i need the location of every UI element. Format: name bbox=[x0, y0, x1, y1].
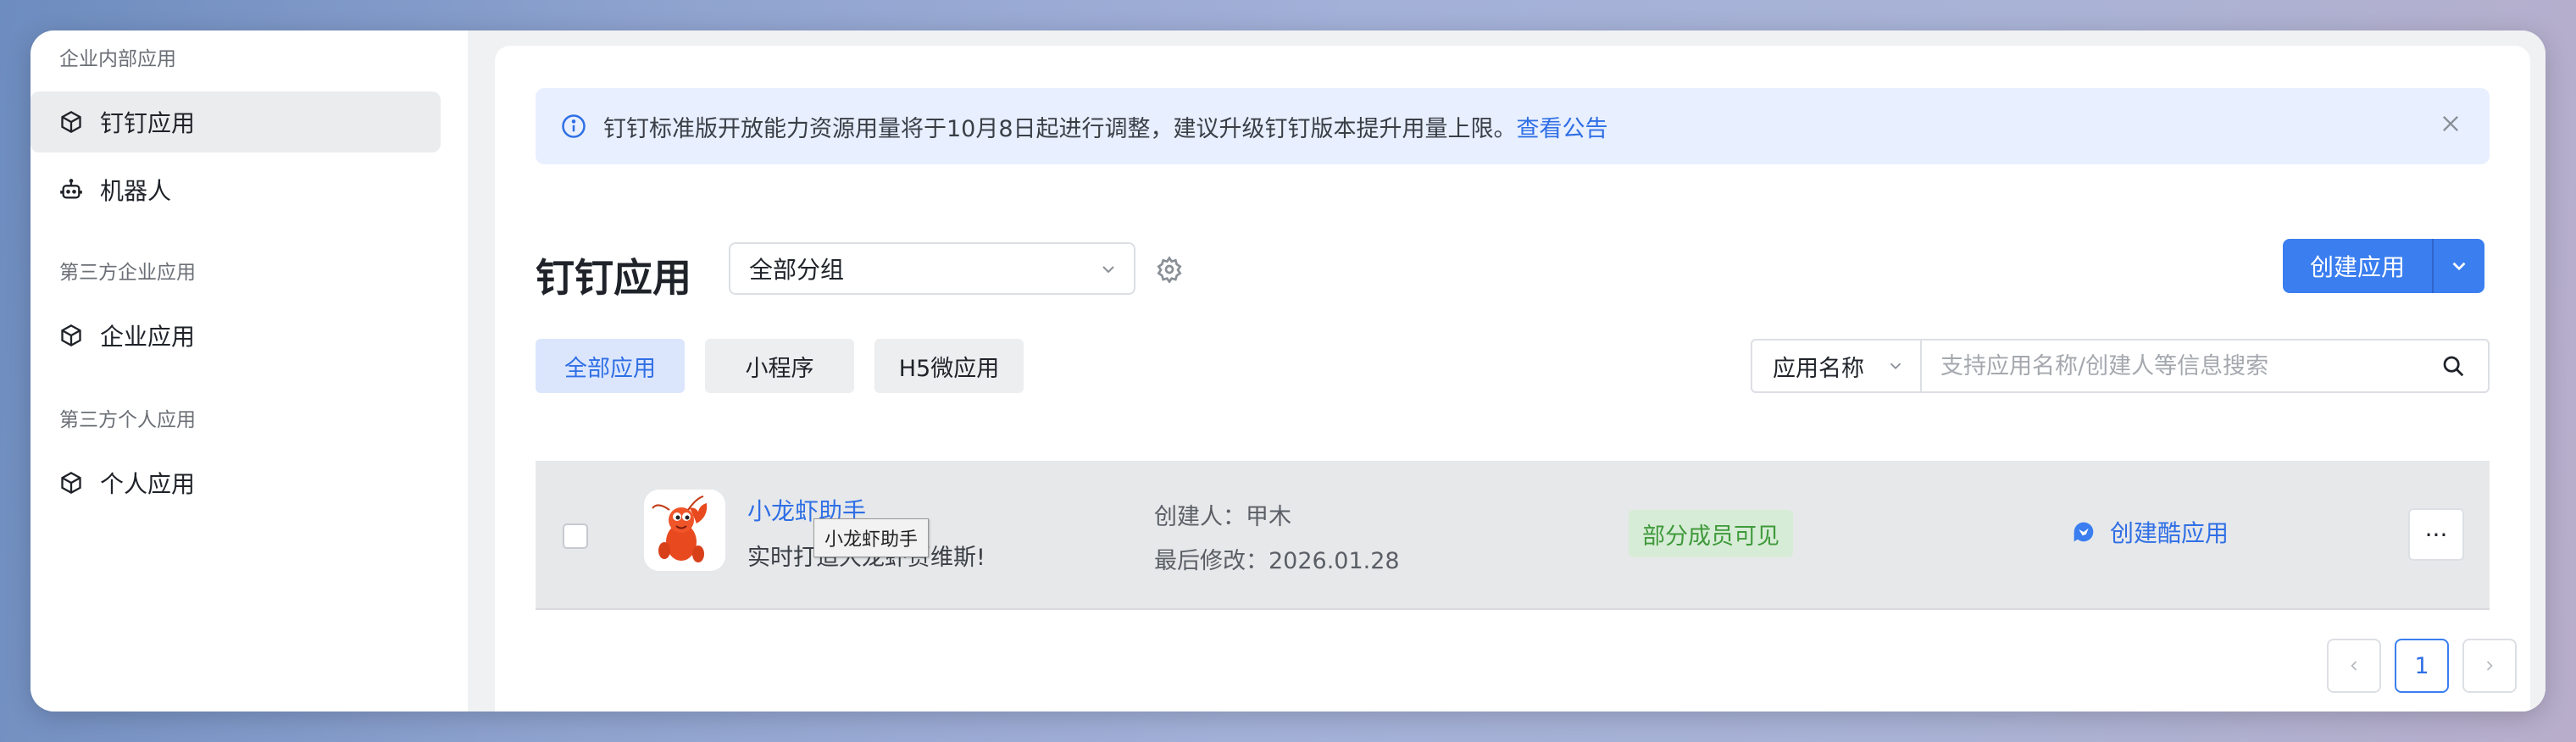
gear-icon[interactable] bbox=[1156, 256, 1183, 283]
page-title: 钉钉应用 bbox=[536, 255, 691, 301]
search-field-value: 应用名称 bbox=[1773, 355, 1864, 382]
visibility-badge: 部分成员可见 bbox=[1629, 510, 1793, 557]
app-window: 企业内部应用 钉钉应用 机器人 第三方企业应用 企业应用 第三方个人应用 个人应… bbox=[31, 30, 2545, 712]
sidebar-section-third-enterprise: 第三方企业应用 bbox=[59, 262, 196, 284]
search-icon[interactable] bbox=[2440, 353, 2466, 379]
chevron-down-icon bbox=[2452, 262, 2466, 271]
cube-icon bbox=[59, 110, 83, 134]
pagination-prev-button[interactable] bbox=[2327, 639, 2381, 693]
content-panel: 钉钉标准版开放能力资源用量将于10月8日起进行调整，建议升级钉钉版本提升用量上限… bbox=[495, 46, 2530, 712]
pagination-next-button[interactable] bbox=[2462, 639, 2517, 693]
tab-mini-program[interactable]: 小程序 bbox=[705, 339, 854, 393]
create-cool-app-label: 创建酷应用 bbox=[2110, 519, 2229, 547]
tab-h5-app[interactable]: H5微应用 bbox=[874, 339, 1024, 393]
tab-all-apps[interactable]: 全部应用 bbox=[536, 339, 685, 393]
notice-banner: 钉钉标准版开放能力资源用量将于10月8日起进行调整，建议升级钉钉版本提升用量上限… bbox=[536, 88, 2490, 164]
chevron-down-icon bbox=[1102, 266, 1114, 274]
more-actions-button[interactable]: ··· bbox=[2408, 508, 2464, 561]
app-creator: 创建人：甲木 bbox=[1154, 504, 1291, 530]
create-cool-app-link[interactable]: 创建酷应用 bbox=[2069, 515, 2229, 549]
cube-icon bbox=[59, 471, 83, 495]
close-icon[interactable] bbox=[2439, 112, 2462, 136]
info-icon bbox=[562, 114, 586, 138]
create-app-button[interactable]: 创建应用 bbox=[2283, 239, 2484, 293]
create-app-dropdown[interactable] bbox=[2434, 239, 2484, 293]
sidebar-item-label: 钉钉应用 bbox=[100, 109, 196, 137]
chevron-left-icon bbox=[2351, 661, 2357, 671]
search-input[interactable] bbox=[1922, 341, 2440, 391]
sidebar-item-label: 企业应用 bbox=[100, 323, 196, 351]
group-select-value: 全部分组 bbox=[749, 256, 845, 284]
app-icon-lobster bbox=[644, 490, 725, 571]
sidebar-item-personal-apps[interactable]: 个人应用 bbox=[31, 452, 441, 513]
search-bar: 应用名称 bbox=[1751, 339, 2490, 393]
app-modified-date: 最后修改：2026.01.28 bbox=[1154, 548, 1400, 574]
tooltip: 小龙虾助手 bbox=[813, 518, 930, 557]
robot-icon bbox=[59, 178, 83, 202]
notice-link[interactable]: 查看公告 bbox=[1517, 110, 1608, 143]
chevron-right-icon bbox=[2486, 661, 2493, 671]
sidebar-item-dingtalk-apps[interactable]: 钉钉应用 bbox=[31, 91, 441, 152]
search-field-select[interactable]: 应用名称 bbox=[1752, 341, 1922, 391]
sidebar: 企业内部应用 钉钉应用 机器人 第三方企业应用 企业应用 第三方个人应用 个人应… bbox=[31, 30, 468, 712]
cool-app-icon bbox=[2074, 522, 2094, 542]
create-app-label[interactable]: 创建应用 bbox=[2283, 239, 2434, 293]
sidebar-item-label: 个人应用 bbox=[100, 470, 196, 498]
pagination-page-1[interactable]: 1 bbox=[2395, 639, 2449, 693]
sidebar-item-robot[interactable]: 机器人 bbox=[31, 159, 441, 220]
sidebar-item-enterprise-apps[interactable]: 企业应用 bbox=[31, 305, 441, 366]
sidebar-section-third-personal: 第三方个人应用 bbox=[59, 409, 196, 431]
row-checkbox[interactable] bbox=[563, 523, 588, 549]
notice-text: 钉钉标准版开放能力资源用量将于10月8日起进行调整，建议升级钉钉版本提升用量上限… bbox=[603, 115, 1517, 142]
cube-icon bbox=[59, 324, 83, 347]
group-select[interactable]: 全部分组 bbox=[729, 242, 1135, 295]
sidebar-item-label: 机器人 bbox=[100, 177, 172, 205]
chevron-down-icon bbox=[1890, 363, 1901, 370]
sidebar-section-internal: 企业内部应用 bbox=[59, 48, 176, 70]
